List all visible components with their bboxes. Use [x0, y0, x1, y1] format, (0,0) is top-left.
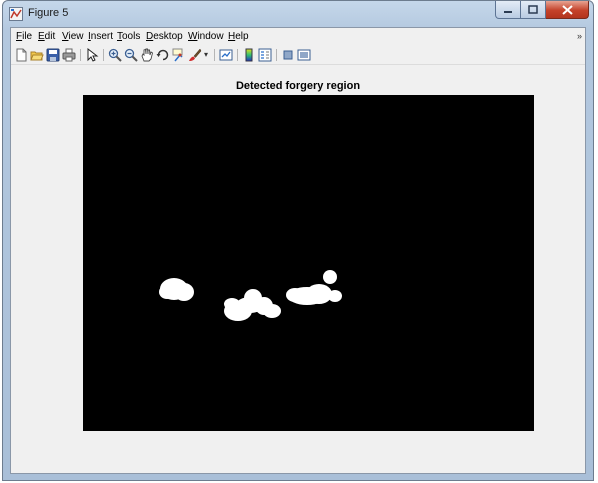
pointer-icon[interactable]: [85, 48, 99, 62]
detected-region: [224, 289, 281, 321]
show-plot-tools-icon[interactable]: [297, 48, 311, 62]
figure-toolbar: ▾: [11, 46, 585, 65]
title-bar[interactable]: Figure 5: [3, 1, 593, 27]
menu-file[interactable]: File: [16, 31, 32, 42]
detected-region: [286, 270, 342, 305]
rotate-3d-icon[interactable]: [156, 48, 170, 62]
open-file-icon[interactable]: [30, 48, 44, 62]
link-plot-icon[interactable]: [219, 48, 233, 62]
minimize-icon: [504, 10, 512, 13]
menu-bar: File Edit View Insert Tools Desktop Wind…: [11, 28, 585, 45]
menu-desktop[interactable]: Desktop: [146, 31, 183, 42]
menu-insert[interactable]: Insert: [88, 31, 113, 42]
image-axes[interactable]: [83, 95, 534, 431]
colorbar-icon[interactable]: [242, 48, 256, 62]
close-icon: [561, 4, 573, 15]
figure-client-area: File Edit View Insert Tools Desktop Wind…: [10, 27, 586, 474]
maximize-icon: [528, 5, 538, 14]
pan-icon[interactable]: [140, 48, 154, 62]
forgery-mask-image: [159, 270, 342, 321]
print-icon[interactable]: [62, 48, 76, 62]
detected-region: [159, 278, 194, 301]
menu-window[interactable]: Window: [188, 31, 224, 42]
window-title: Figure 5: [28, 7, 69, 19]
menu-help[interactable]: Help: [228, 31, 249, 42]
zoom-in-icon[interactable]: [108, 48, 122, 62]
zoom-out-icon[interactable]: [124, 48, 138, 62]
axes-title: Detected forgery region: [235, 80, 361, 92]
figure-window: Figure 5 File Edit View Insert Tools Des…: [2, 0, 594, 481]
brush-icon[interactable]: [188, 48, 202, 62]
close-button[interactable]: [546, 1, 589, 19]
matlab-figure-icon: [9, 7, 23, 21]
new-figure-icon[interactable]: [14, 48, 28, 62]
brush-dropdown-icon[interactable]: ▾: [204, 50, 208, 59]
toolbar-separator: [103, 49, 104, 61]
legend-icon[interactable]: [258, 48, 272, 62]
save-icon[interactable]: [46, 48, 60, 62]
minimize-button[interactable]: [495, 1, 521, 19]
menu-view[interactable]: View: [62, 31, 84, 42]
data-cursor-icon[interactable]: [172, 48, 186, 62]
maximize-button[interactable]: [521, 1, 546, 19]
toolbar-separator: [80, 49, 81, 61]
menu-tools[interactable]: Tools: [117, 31, 140, 42]
hide-plot-tools-icon[interactable]: [281, 48, 295, 62]
toolbar-separator: [237, 49, 238, 61]
toolbar-separator: [214, 49, 215, 61]
menu-overflow-icon[interactable]: »: [577, 31, 582, 41]
toolbar-separator: [276, 49, 277, 61]
menu-edit[interactable]: Edit: [38, 31, 55, 42]
